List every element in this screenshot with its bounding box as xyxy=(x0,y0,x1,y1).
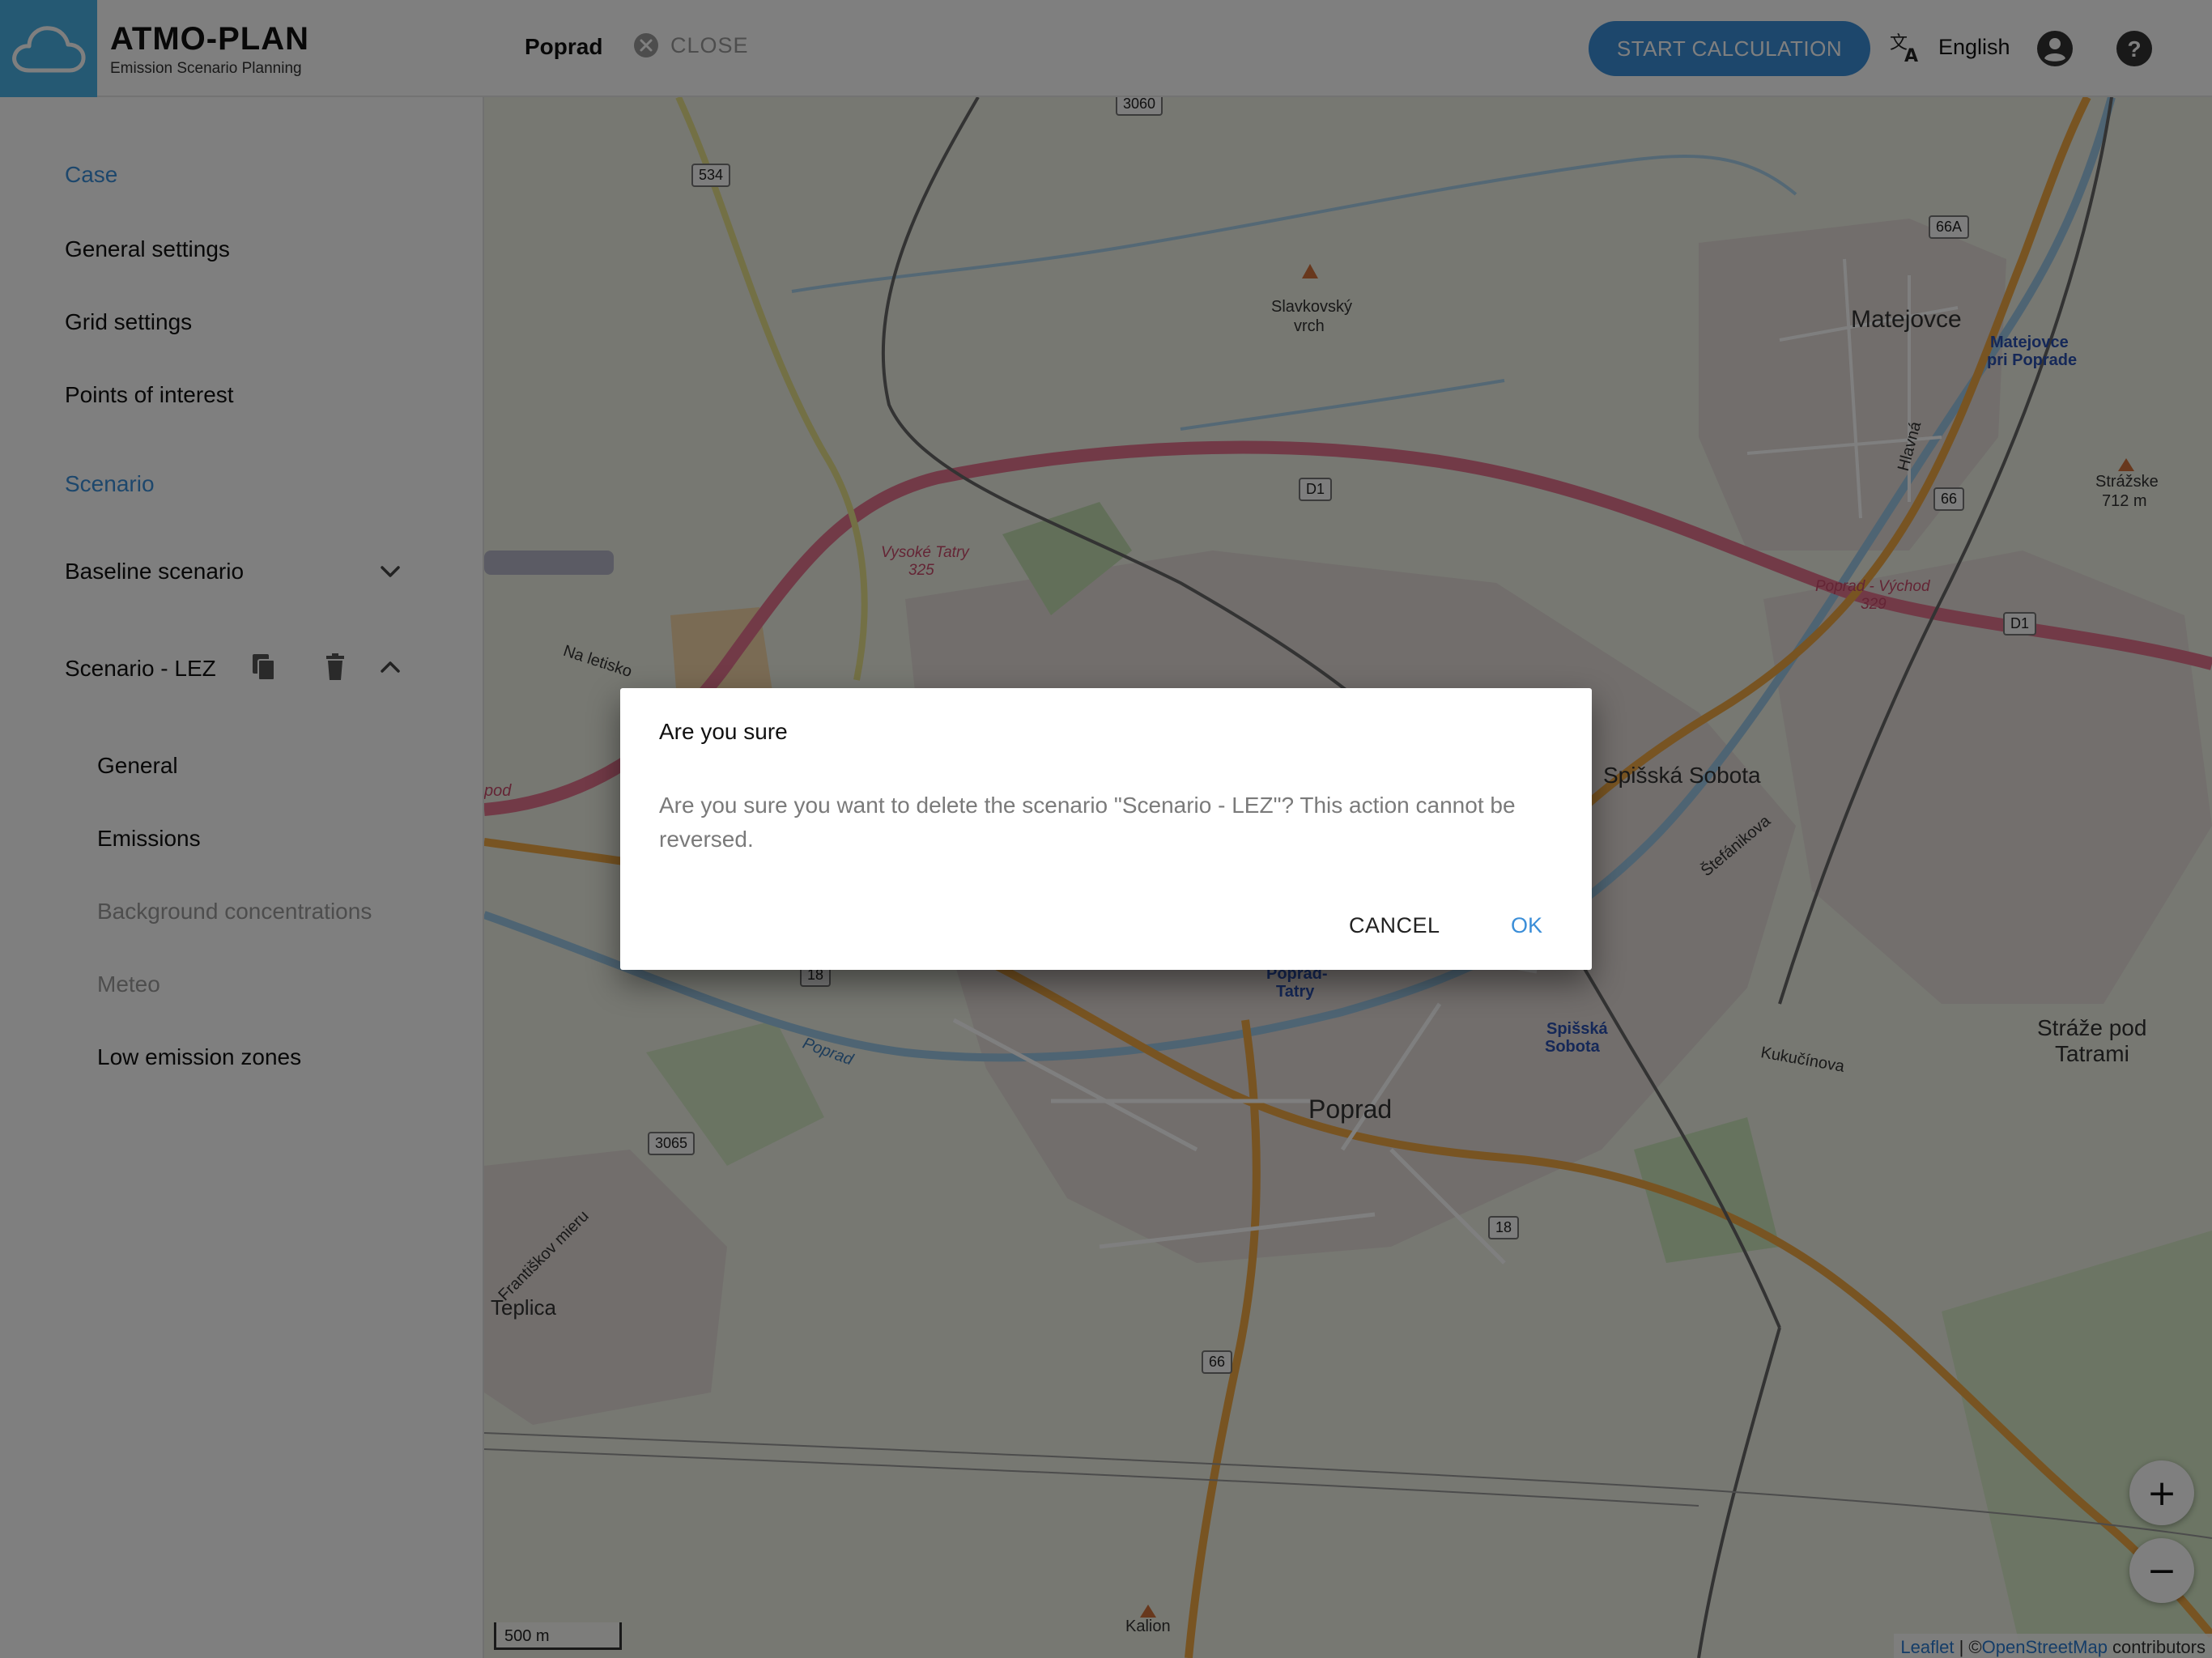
cancel-button[interactable]: CANCEL xyxy=(1349,913,1440,938)
ok-button[interactable]: OK xyxy=(1511,913,1542,938)
dialog-message: Are you sure you want to delete the scen… xyxy=(659,793,1516,852)
confirm-delete-dialog: Are you sure Are you sure you want to de… xyxy=(620,688,1592,970)
dialog-title: Are you sure xyxy=(659,719,788,744)
